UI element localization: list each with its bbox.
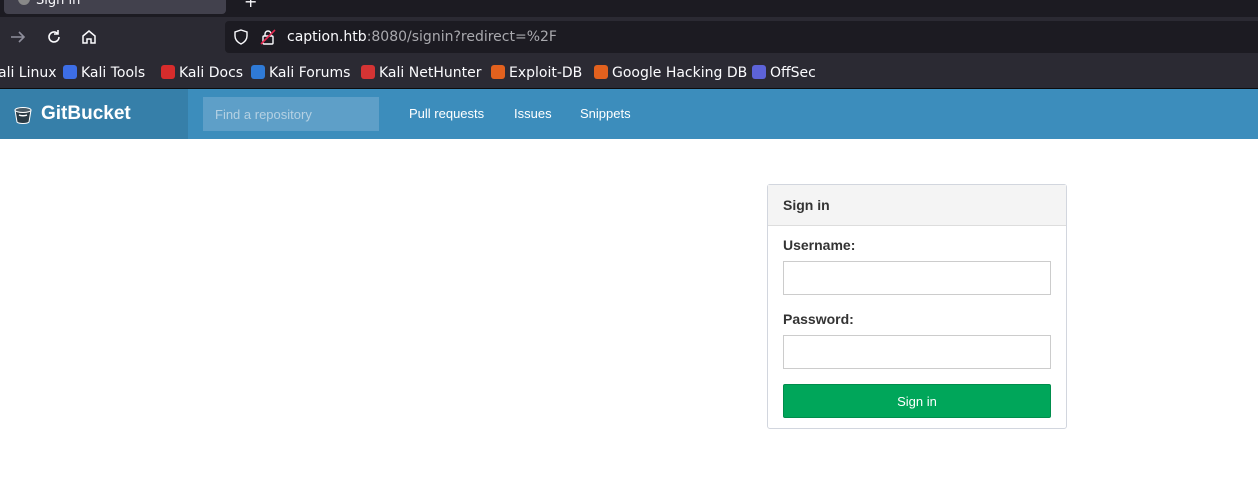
insecure-lock-icon[interactable] — [260, 29, 276, 45]
exploit-db-icon — [491, 65, 505, 79]
forward-arrow-icon — [11, 31, 26, 43]
browser-navbar: caption.htb:8080/signin?redirect=%2F — [0, 17, 1258, 57]
brand-name: GitBucket — [41, 103, 131, 124]
nav-issues[interactable]: Issues — [514, 89, 552, 139]
bookmark-label: OffSec — [770, 65, 816, 81]
username-label: Username: — [783, 237, 856, 253]
signin-button[interactable]: Sign in — [783, 384, 1051, 418]
bookmark-kali-linux[interactable]: ali Linux — [0, 57, 57, 88]
signin-title: Sign in — [768, 185, 1066, 226]
bookmark-kali-forums[interactable]: Kali Forums — [251, 57, 351, 88]
bookmarks-toolbar: ali Linux Kali Tools Kali Docs Kali Foru… — [0, 57, 1258, 89]
bookmark-kali-nethunter[interactable]: Kali NetHunter — [361, 57, 482, 88]
ghdb-icon — [594, 65, 608, 79]
password-field[interactable] — [783, 335, 1051, 369]
bookmark-label: Kali NetHunter — [379, 65, 482, 81]
username-field[interactable] — [783, 261, 1051, 295]
app-header: GitBucket Pull requests Issues Snippets — [0, 89, 1258, 139]
bookmark-label: Exploit-DB — [509, 65, 583, 81]
home-icon — [82, 30, 96, 44]
bookmark-label: Google Hacking DB — [612, 65, 748, 81]
nav-pull-requests[interactable]: Pull requests — [409, 89, 484, 139]
kali-nethunter-icon — [361, 65, 375, 79]
kali-forums-icon — [251, 65, 265, 79]
kali-tools-icon — [63, 65, 77, 79]
bookmark-label: Kali Docs — [179, 65, 244, 81]
tracking-shield-icon[interactable] — [233, 29, 249, 45]
bookmark-label: Kali Tools — [81, 65, 146, 81]
bookmark-label: ali Linux — [0, 65, 57, 81]
url-text[interactable]: caption.htb:8080/signin?redirect=%2F — [287, 21, 557, 53]
bookmark-kali-tools[interactable]: Kali Tools — [63, 57, 146, 88]
url-bar[interactable]: caption.htb:8080/signin?redirect=%2F — [225, 21, 1258, 53]
repository-search-input[interactable] — [203, 97, 379, 131]
gitbucket-favicon-icon — [18, 0, 30, 5]
bookmark-label: Kali Forums — [269, 65, 351, 81]
browser-tab[interactable]: Sign in — [4, 0, 226, 14]
signin-panel: Sign in Username: Password: Sign in — [767, 184, 1067, 429]
bookmark-exploit-db[interactable]: Exploit-DB — [491, 57, 583, 88]
password-label: Password: — [783, 311, 854, 327]
forward-button[interactable] — [6, 25, 30, 49]
tab-title: Sign in — [36, 0, 81, 8]
offsec-icon — [752, 65, 766, 79]
nav-snippets[interactable]: Snippets — [580, 89, 631, 139]
brand-link[interactable]: GitBucket — [0, 89, 188, 139]
new-tab-button[interactable]: + — [244, 0, 257, 11]
gitbucket-logo-icon — [14, 107, 32, 124]
kali-docs-icon — [161, 65, 175, 79]
bookmark-offsec[interactable]: OffSec — [752, 57, 816, 88]
bookmark-google-hacking-db[interactable]: Google Hacking DB — [594, 57, 748, 88]
url-host: caption.htb — [287, 29, 367, 45]
url-path: :8080/signin?redirect=%2F — [366, 29, 557, 45]
home-button[interactable] — [77, 25, 101, 49]
reload-icon — [48, 30, 60, 43]
browser-tab-strip: Sign in + — [0, 0, 1258, 17]
reload-button[interactable] — [42, 25, 66, 49]
bookmark-kali-docs[interactable]: Kali Docs — [161, 57, 244, 88]
